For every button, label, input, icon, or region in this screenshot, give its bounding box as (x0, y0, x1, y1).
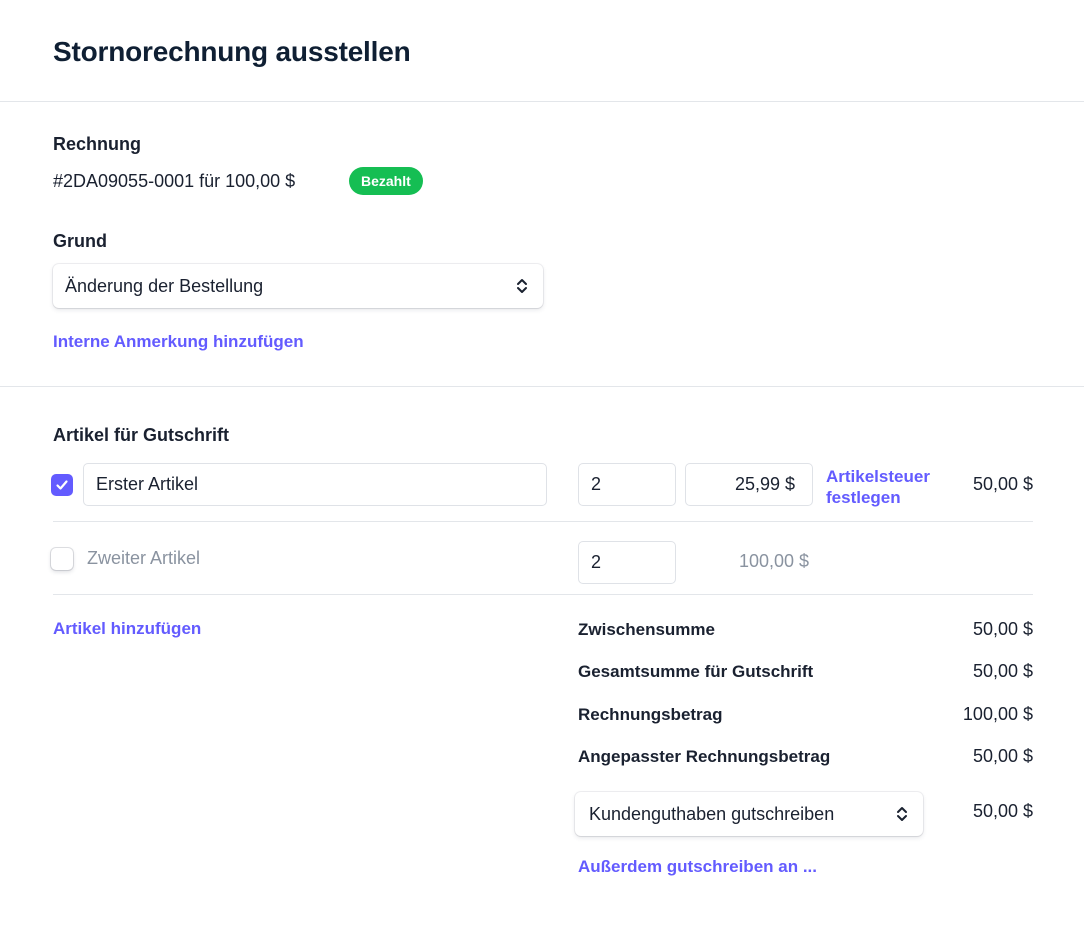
reason-label: Grund (53, 231, 107, 251)
credit-total-label: Gesamtsumme für Gutschrift (578, 662, 814, 681)
item-2-unit-price: 100,00 $ (739, 551, 810, 571)
status-badge: Bezahlt (349, 167, 423, 195)
header-divider (0, 101, 1084, 102)
add-item-link[interactable]: Artikel hinzufügen (53, 619, 201, 639)
credit-total-value: 50,00 $ (972, 661, 1033, 681)
invoice-amount-label: Rechnungsbetrag (578, 705, 723, 724)
item-1-quantity: 2 (591, 474, 602, 494)
page-title: Stornorechnung ausstellen (53, 36, 411, 67)
section-divider (0, 386, 1084, 387)
item-1-unit-price: 25,99 $ (734, 474, 795, 494)
item-1-quantity-input[interactable]: 2 (578, 463, 676, 506)
also-credit-link[interactable]: Außerdem gutschreiben an ... (578, 857, 817, 877)
invoice-summary: #2DA09055-0001 für 100,00 $ (53, 171, 296, 191)
check-icon (56, 480, 68, 490)
set-item-tax-link[interactable]: Artikelsteuer festlegen (826, 466, 930, 508)
item-2-name: Zweiter Artikel (87, 548, 201, 568)
item-2-quantity-input[interactable]: 2 (578, 541, 676, 584)
item-1-checkbox[interactable] (51, 474, 73, 496)
item-2-checkbox[interactable] (51, 548, 73, 570)
invoice-amount-value: 100,00 $ (962, 704, 1033, 724)
adjusted-amount-value: 50,00 $ (972, 746, 1033, 766)
credit-method-select-value: Kundenguthaben gutschreiben (589, 803, 835, 824)
credit-method-value: 50,00 $ (972, 801, 1033, 821)
items-end-divider (53, 594, 1033, 595)
chevron-up-down-icon (897, 807, 907, 821)
item-1-price-input[interactable]: 25,99 $ (685, 463, 813, 506)
item-1-name-input[interactable]: Erster Artikel (83, 463, 547, 506)
invoice-label: Rechnung (53, 134, 141, 154)
set-item-tax-link-line-2: festlegen (826, 488, 901, 507)
item-row-divider (53, 521, 1033, 522)
items-label: Artikel für Gutschrift (53, 425, 230, 445)
set-item-tax-link-line-1: Artikelsteuer (826, 467, 930, 486)
reason-select-value: Änderung der Bestellung (65, 275, 264, 296)
credit-method-select[interactable]: Kundenguthaben gutschreiben (575, 792, 923, 836)
subtotal-value: 50,00 $ (972, 619, 1033, 639)
subtotal-label: Zwischensumme (578, 620, 715, 639)
adjusted-amount-label: Angepasster Rechnungsbetrag (578, 747, 831, 766)
item-1-line-total: 50,00 $ (972, 474, 1033, 494)
add-internal-note-link[interactable]: Interne Anmerkung hinzufügen (53, 332, 304, 352)
reason-select[interactable]: Änderung der Bestellung (53, 264, 543, 308)
item-2-quantity: 2 (591, 552, 602, 572)
item-1-name: Erster Artikel (96, 474, 199, 494)
chevron-up-down-icon (517, 279, 527, 293)
